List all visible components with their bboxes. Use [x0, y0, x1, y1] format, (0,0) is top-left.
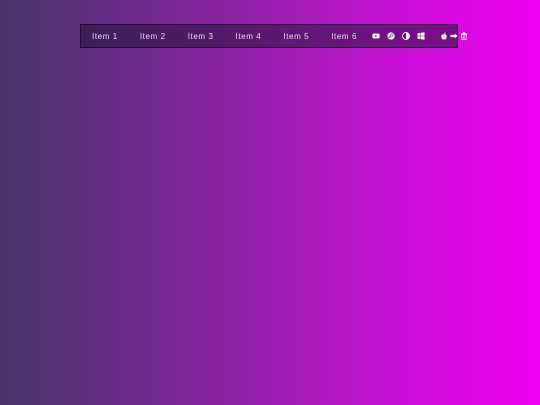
nav-item-2[interactable]: Item 2	[140, 25, 166, 47]
apple-icon[interactable]	[440, 32, 448, 40]
nav-icons	[372, 25, 468, 47]
nav-item-6[interactable]: Item 6	[331, 25, 357, 47]
pie-icon[interactable]	[402, 32, 411, 40]
nav-item-4[interactable]: Item 4	[236, 25, 262, 47]
nav-item-5[interactable]: Item 5	[283, 25, 309, 47]
trash-icon[interactable]	[460, 32, 468, 40]
windows-icon[interactable]	[417, 32, 425, 40]
top-navbar: Item 1 Item 2 Item 3 Item 4 Item 5 Item …	[80, 24, 468, 48]
nav-item-3[interactable]: Item 3	[188, 25, 214, 47]
nav-item-1[interactable]: Item 1	[92, 25, 118, 47]
nav-menu: Item 1 Item 2 Item 3 Item 4 Item 5 Item …	[81, 25, 357, 47]
steam-icon[interactable]	[387, 32, 395, 40]
arrow-icon[interactable]	[450, 32, 458, 40]
youtube-icon[interactable]	[372, 32, 380, 40]
